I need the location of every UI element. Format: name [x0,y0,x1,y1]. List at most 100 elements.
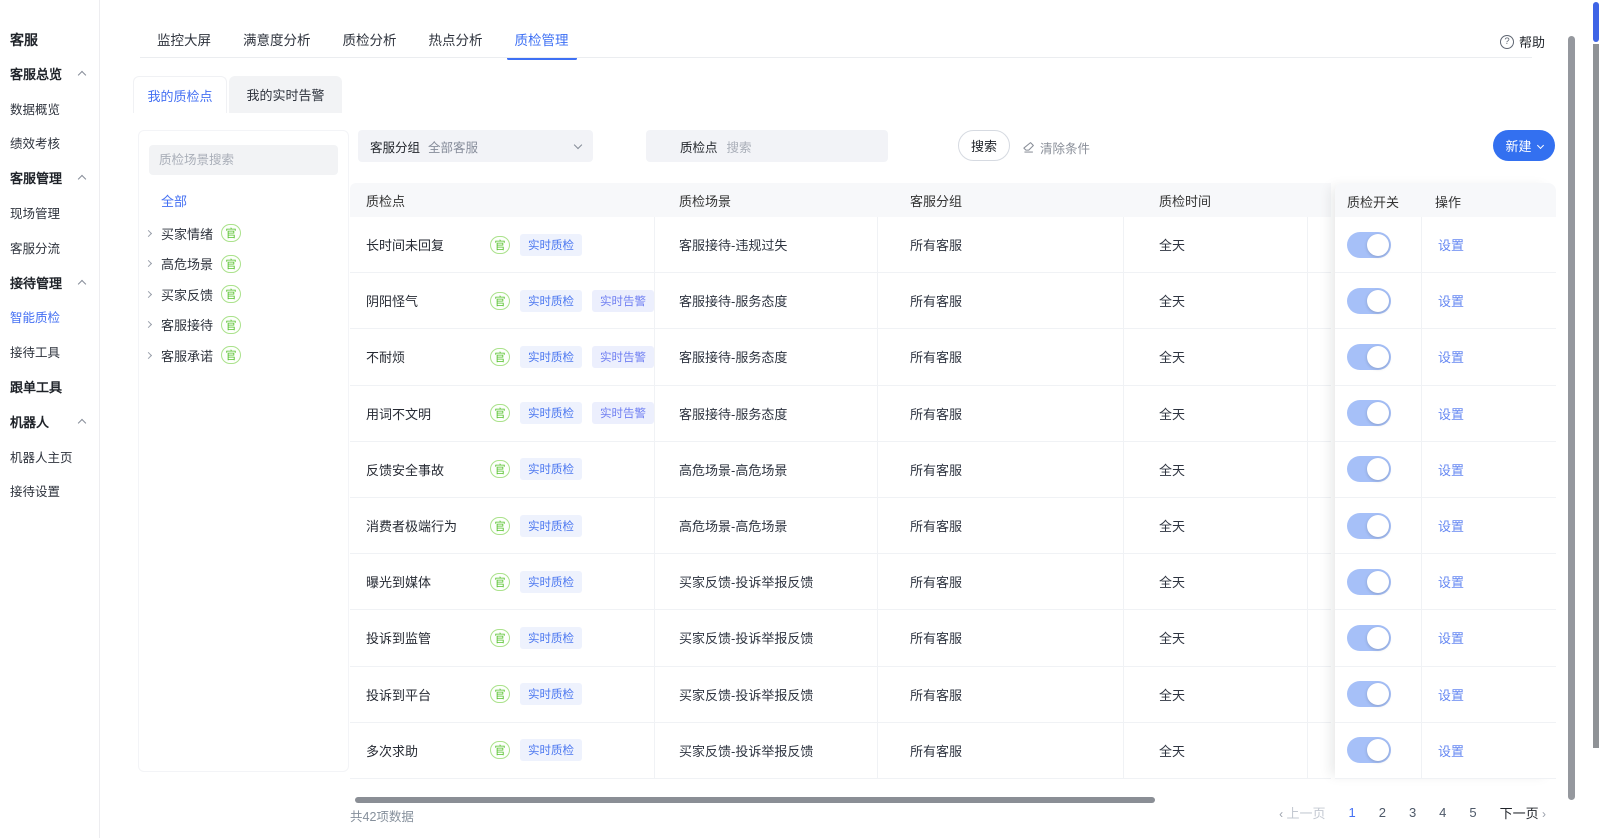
qc-switch-toggle[interactable] [1347,569,1391,595]
nav-tab-质检分析[interactable]: 质检分析 [341,31,399,51]
nav-tab-监控大屏[interactable]: 监控大屏 [155,31,213,51]
sidebar-item-接待管理[interactable]: 接待管理 [10,265,85,300]
cell-scene: 客服接待-服务态度 [655,329,878,384]
clear-filters-button[interactable]: 清除条件 [1022,138,1090,157]
horizontal-scrollbar-thumb[interactable] [355,797,1155,803]
sidebar-item-客服分流[interactable]: 客服分流 [10,230,85,265]
cell-group: 所有客服 [878,217,1124,272]
cell-actions: 设置 [1421,442,1556,497]
create-button[interactable]: 新建 [1493,130,1555,161]
cell-filler [1308,273,1331,328]
cell-actions: 设置 [1421,554,1556,609]
realtime-qc-badge: 实时质检 [520,402,582,424]
sidebar-item-label: 智能质检 [10,307,60,326]
prev-page-button[interactable]: ‹ 上一页 [1279,803,1325,822]
help-button[interactable]: ? 帮助 [1500,32,1545,51]
tree-item-客服承诺[interactable]: 客服承诺官 [144,340,348,371]
page-number-1[interactable]: 1 [1348,805,1355,820]
realtime-qc-badge: 实时质检 [520,290,582,312]
chevron-up-icon [78,279,86,287]
tab-my-qc-points[interactable]: 我的质检点 [133,76,227,113]
qc-switch-toggle[interactable] [1347,625,1391,651]
settings-link[interactable]: 设置 [1438,235,1464,254]
settings-link[interactable]: 设置 [1438,628,1464,647]
tree-item-买家反馈[interactable]: 买家反馈官 [144,279,348,310]
page-number-5[interactable]: 5 [1469,805,1476,820]
official-badge: 官 [490,629,510,647]
cell-group: 所有客服 [878,329,1124,384]
settings-link[interactable]: 设置 [1438,516,1464,535]
column-header-switch: 质检开关 [1347,192,1399,211]
sidebar-item-接待工具[interactable]: 接待工具 [10,334,85,369]
inner-vertical-scrollbar-thumb[interactable] [1568,36,1575,800]
sidebar-item-客服总览[interactable]: 客服总览 [10,56,85,91]
question-circle-icon: ? [1500,35,1514,49]
page-number-2[interactable]: 2 [1379,805,1386,820]
qc-switch-toggle[interactable] [1347,400,1391,426]
agent-group-select[interactable]: 客服分组 全部客服 [358,130,593,162]
qc-switch-toggle[interactable] [1347,344,1391,370]
tree-item-客服接待[interactable]: 客服接待官 [144,310,348,341]
cell-time: 全天 [1124,273,1308,328]
tab-my-realtime-alerts[interactable]: 我的实时告警 [229,76,342,113]
cell-time: 全天 [1124,386,1308,441]
settings-link[interactable]: 设置 [1438,347,1464,366]
total-count: 共42项数据 [350,806,414,825]
tree-item-高危场景[interactable]: 高危场景官 [144,249,348,280]
chevron-right-icon [145,321,152,328]
qc-switch-toggle[interactable] [1347,232,1391,258]
cell-qc-point: 消费者极端行为官实时质检 [350,498,655,553]
qc-point-name: 消费者极端行为 [366,516,490,535]
outer-vertical-scrollbar-track[interactable] [1593,44,1599,748]
sidebar-item-数据概览[interactable]: 数据概览 [10,91,85,126]
settings-link[interactable]: 设置 [1438,460,1464,479]
qc-switch-toggle[interactable] [1347,456,1391,482]
qc-point-name: 曝光到媒体 [366,572,490,591]
settings-link[interactable]: 设置 [1438,741,1464,760]
settings-link[interactable]: 设置 [1438,404,1464,423]
table-row: 投诉到平台官实时质检买家反馈-投诉举报反馈所有客服全天 [350,667,1331,723]
clear-icon [1022,141,1035,154]
cell-qc-switch [1335,442,1421,497]
realtime-qc-badge: 实时质检 [520,458,582,480]
outer-vertical-scrollbar-thumb[interactable] [1593,2,1599,42]
nav-tab-满意度分析[interactable]: 满意度分析 [241,31,313,51]
tree-item-all[interactable]: 全部 [161,191,187,210]
cell-scene: 买家反馈-投诉举报反馈 [655,554,878,609]
sidebar-item-跟单工具[interactable]: 跟单工具 [10,369,85,404]
next-page-button[interactable]: 下一页 › [1500,803,1546,822]
nav-tab-质检管理[interactable]: 质检管理 [513,31,571,51]
sidebar-item-机器人[interactable]: 机器人 [10,404,85,439]
settings-link[interactable]: 设置 [1438,572,1464,591]
settings-link[interactable]: 设置 [1438,291,1464,310]
page-number-4[interactable]: 4 [1439,805,1446,820]
sidebar-item-客服管理[interactable]: 客服管理 [10,160,85,195]
settings-link[interactable]: 设置 [1438,685,1464,704]
tree-item-买家情绪[interactable]: 买家情绪官 [144,218,348,249]
cell-actions: 设置 [1421,667,1556,722]
cell-actions: 设置 [1421,217,1556,272]
sidebar-item-智能质检[interactable]: 智能质检 [10,300,85,335]
sidebar-item-机器人主页[interactable]: 机器人主页 [10,439,85,474]
nav-tab-热点分析[interactable]: 热点分析 [427,31,485,51]
fixed-table-row: 设置 [1335,498,1556,554]
sidebar-item-现场管理[interactable]: 现场管理 [10,195,85,230]
qc-point-search-field[interactable]: 质检点 搜索 [646,130,888,162]
fixed-table-row: 设置 [1335,386,1556,442]
qc-switch-toggle[interactable] [1347,737,1391,763]
cell-filler [1308,667,1331,722]
sidebar-item-接待设置[interactable]: 接待设置 [10,474,85,509]
sidebar-item-label: 机器人主页 [10,447,73,466]
page-number-3[interactable]: 3 [1409,805,1416,820]
realtime-qc-badge: 实时质检 [520,739,582,761]
qc-switch-toggle[interactable] [1347,681,1391,707]
cell-group: 所有客服 [878,667,1124,722]
official-badge: 官 [490,741,510,759]
cell-filler [1308,498,1331,553]
qc-point-name: 不耐烦 [366,347,490,366]
qc-switch-toggle[interactable] [1347,513,1391,539]
qc-switch-toggle[interactable] [1347,288,1391,314]
sidebar-item-绩效考核[interactable]: 绩效考核 [10,126,85,161]
scene-search-input[interactable] [149,145,338,175]
search-button[interactable]: 搜索 [958,130,1010,161]
